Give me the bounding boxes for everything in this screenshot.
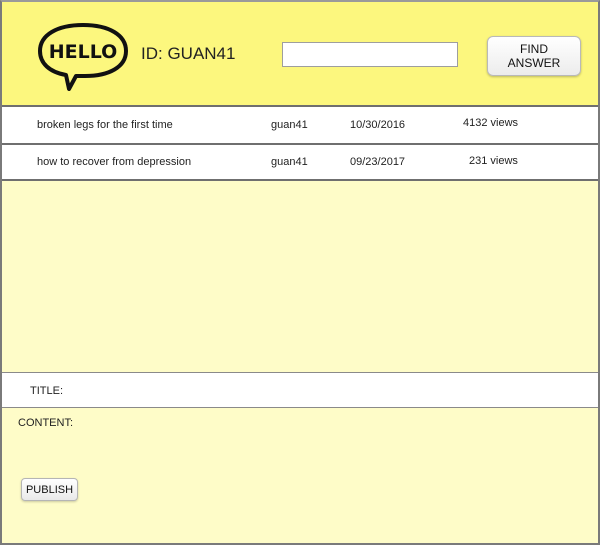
post-title[interactable]: broken legs for the first time — [37, 119, 173, 131]
search-input[interactable] — [282, 42, 458, 67]
title-field[interactable]: TITLE: — [2, 372, 598, 408]
post-date: 09/23/2017 — [350, 156, 406, 168]
content-field[interactable]: CONTENT: PUBLISH — [2, 408, 598, 543]
post-date: 10/30/2016 — [350, 119, 406, 131]
find-answer-button[interactable]: FIND ANSWER — [487, 36, 581, 76]
post-views: 4132 views — [463, 117, 519, 129]
header: HELLO ID: GUAN41 FIND ANSWER — [2, 2, 598, 105]
post-views: 231 views — [469, 155, 518, 167]
title-label: TITLE: — [30, 385, 64, 397]
logo-text: HELLO — [49, 41, 118, 63]
post-author: guan41 — [271, 156, 308, 168]
publish-button[interactable]: PUBLISH — [21, 478, 78, 501]
post-row[interactable]: how to recover from depression guan41 09… — [2, 143, 598, 181]
content-label: CONTENT: — [18, 417, 73, 429]
post-author: guan41 — [271, 119, 308, 131]
post-row[interactable]: broken legs for the first time guan41 10… — [2, 105, 598, 143]
hello-logo: HELLO — [38, 23, 128, 91]
post-title[interactable]: how to recover from depression — [37, 156, 191, 168]
user-id-label: ID: GUAN41 — [141, 44, 236, 63]
empty-panel — [2, 181, 598, 372]
